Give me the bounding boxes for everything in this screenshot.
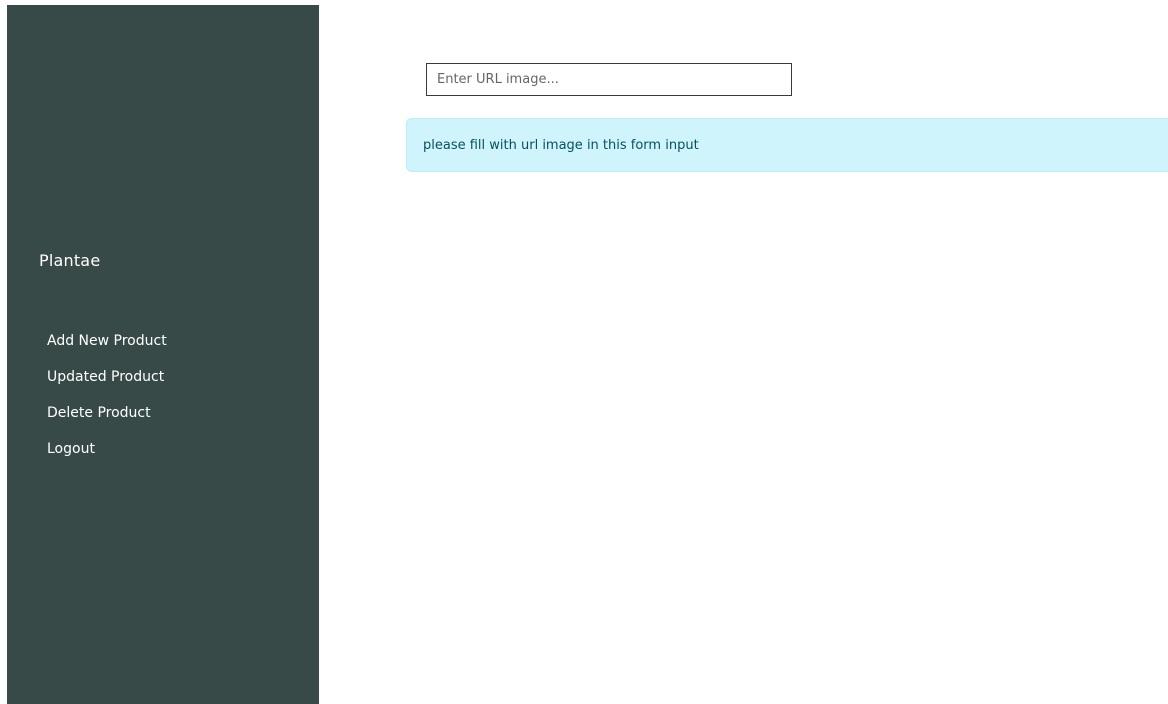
sidebar-nav: Add New Product Updated Product Delete P… <box>47 331 167 475</box>
page: Plantae Add New Product Updated Product … <box>0 0 1168 704</box>
sidebar-item-updated-product[interactable]: Updated Product <box>47 367 167 403</box>
sidebar: Plantae Add New Product Updated Product … <box>7 5 319 704</box>
brand-title: Plantae <box>39 251 101 270</box>
sidebar-item-add-new-product[interactable]: Add New Product <box>47 331 167 367</box>
url-image-input[interactable] <box>426 63 792 96</box>
sidebar-item-delete-product[interactable]: Delete Product <box>47 403 167 439</box>
sidebar-item-logout[interactable]: Logout <box>47 439 167 475</box>
alert-message: please fill with url image in this form … <box>423 137 699 153</box>
info-alert: please fill with url image in this form … <box>406 118 1168 172</box>
